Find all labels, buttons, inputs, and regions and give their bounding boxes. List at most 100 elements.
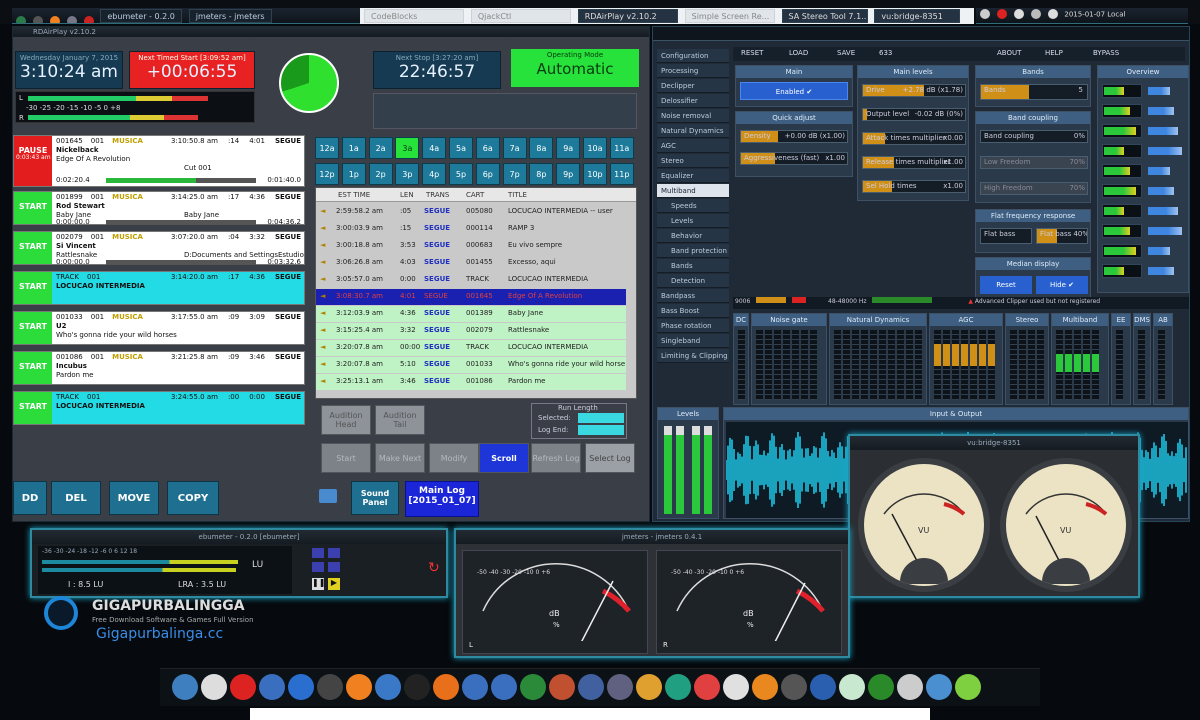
task-codeblocks[interactable]: CodeBlocks <box>364 9 464 23</box>
toolbar-bypass-button[interactable]: BYPASS <box>1093 49 1119 57</box>
menu-item[interactable]: Limiting & Clipping <box>657 349 729 363</box>
menu-item[interactable]: Band protection <box>657 244 729 258</box>
col-title[interactable]: TITLE <box>508 191 527 199</box>
play-icon[interactable]: ▶ <box>328 578 340 590</box>
hour-button[interactable]: 10p <box>583 163 607 185</box>
log-row[interactable]: ◄ 2:59:58.2 am:05 SEGUE 005080 LOCUCAO INTER… <box>316 204 626 220</box>
menu-item[interactable]: Behavior <box>657 229 729 243</box>
cart-start-button[interactable]: START <box>14 312 52 344</box>
menu-item[interactable]: Singleband <box>657 334 729 348</box>
folder-icon[interactable] <box>319 489 337 503</box>
sel-hold-slider[interactable]: Sel Hold times x1.00 <box>862 180 966 193</box>
menu-item[interactable]: Stereo <box>657 154 729 168</box>
alert-icon[interactable] <box>996 9 1007 19</box>
menu-item[interactable]: Multiband <box>657 184 729 198</box>
menu-item[interactable]: Speeds <box>657 199 729 213</box>
ebu-btn-2[interactable] <box>328 548 340 558</box>
col-trans[interactable]: TRANS <box>426 191 449 199</box>
hour-button[interactable]: 6a <box>475 137 500 159</box>
writer2-icon[interactable] <box>491 674 517 700</box>
log-row[interactable]: ◄ 3:20:07.8 am 00:00 SEGUE TRACK LOCUCAO INTE… <box>316 340 626 356</box>
ebu-btn-1[interactable] <box>312 548 324 558</box>
toolbar-about-button[interactable]: ABOUT <box>997 49 1021 57</box>
output-slider[interactable]: Output level -0.02 dB (0%) <box>862 108 966 121</box>
refresh-log-button[interactable]: Refresh Log <box>531 443 581 473</box>
col-len[interactable]: LEN <box>400 191 414 199</box>
scroll-button[interactable]: Scroll <box>479 443 529 473</box>
log-row[interactable]: ◄ 3:00:03.9 am:15 SEGUE 000114 RAMP 3 <box>316 221 626 237</box>
hour-button[interactable]: 12a <box>315 137 339 159</box>
task-qjackctl[interactable]: QjackCtl <box>470 9 571 23</box>
aggressiveness-slider[interactable]: Aggressiveness (fast) x1.00 <box>740 152 848 165</box>
high-freedom-slider[interactable]: High Freedom 70% <box>980 182 1088 195</box>
toolbar-load-button[interactable]: LOAD <box>789 49 808 57</box>
media-icon[interactable] <box>723 674 749 700</box>
hour-button[interactable]: 7p <box>502 163 527 185</box>
cart-start-button[interactable]: START <box>14 192 52 224</box>
toolbar-help-button[interactable]: HELP <box>1045 49 1063 57</box>
hour-button[interactable]: 9a <box>556 137 581 159</box>
terminal-icon[interactable] <box>32 15 43 23</box>
ebu-btn-3[interactable] <box>312 562 324 572</box>
hour-button[interactable]: 5p <box>449 163 473 185</box>
hour-button[interactable]: 8a <box>529 137 554 159</box>
chart-icon[interactable] <box>839 674 865 700</box>
audition-head-button[interactable]: Audition Head <box>321 405 371 435</box>
acrobat-icon[interactable] <box>230 674 256 700</box>
speedo-icon[interactable] <box>897 674 923 700</box>
menu-item[interactable]: AGC <box>657 139 729 153</box>
hour-button[interactable]: 8p <box>529 163 554 185</box>
copy-button[interactable]: COPY <box>167 481 219 515</box>
drive-slider[interactable]: Drive +2.78 dB (x1.78) <box>862 84 966 97</box>
sound-panel-button[interactable]: Sound Panel <box>351 481 399 515</box>
hour-button[interactable]: 5a <box>449 137 473 159</box>
menu-icon[interactable] <box>16 15 26 23</box>
network-icon[interactable] <box>980 9 990 19</box>
hour-button[interactable]: 1a <box>341 137 366 159</box>
task-screen-recorder[interactable]: Simple Screen Re... <box>684 9 775 23</box>
log-row[interactable]: ◄ 3:12:03.9 am 4:36 SEGUE 001389 Baby Jane <box>316 306 626 322</box>
sliders-icon[interactable] <box>781 674 807 700</box>
delete-button[interactable]: DEL <box>51 481 101 515</box>
task-rdairplay[interactable]: RDAirPlay v2.10.2 <box>577 9 678 23</box>
flat-bass-toggle[interactable]: Flat bass <box>980 228 1032 244</box>
op-mode-box[interactable]: Operating Mode Automatic <box>511 49 639 87</box>
col-est-time[interactable]: EST TIME <box>338 191 370 199</box>
photo-icon[interactable] <box>259 674 285 700</box>
reset-arc-icon[interactable]: ↻ <box>428 560 440 576</box>
cart-start-button[interactable]: START <box>14 352 52 384</box>
band-coupling-slider[interactable]: Band coupling 0% <box>980 130 1088 143</box>
hour-button[interactable]: 4p <box>422 163 447 185</box>
hour-button[interactable]: 2p <box>368 163 393 185</box>
menu-item[interactable]: Configuration <box>657 49 729 63</box>
hour-button[interactable]: 3a <box>395 137 420 159</box>
draw-icon[interactable] <box>578 674 604 700</box>
task-jmeters[interactable]: jmeters - jmeters <box>188 9 272 23</box>
hour-button[interactable]: 6p <box>475 163 500 185</box>
menu-item[interactable]: Noise removal <box>657 109 729 123</box>
music-icon[interactable] <box>752 674 778 700</box>
hour-button[interactable]: 12p <box>315 163 339 185</box>
settings-icon[interactable] <box>66 15 77 23</box>
impress-icon[interactable] <box>549 674 575 700</box>
hour-button[interactable]: 11p <box>609 163 634 185</box>
hour-button[interactable]: 7a <box>502 137 527 159</box>
make-next-button[interactable]: Make Next <box>375 443 425 473</box>
task-stereotool[interactable]: SA Stereo Tool 7.1... <box>781 9 868 23</box>
search-icon[interactable] <box>317 674 343 700</box>
writer1-icon[interactable] <box>462 674 488 700</box>
reset-button[interactable]: Reset <box>980 276 1032 294</box>
hide-button[interactable]: Hide ✔ <box>1036 276 1088 294</box>
ebu-icon[interactable] <box>868 674 894 700</box>
menu-item[interactable]: Levels <box>657 214 729 228</box>
menu-item[interactable]: Natural Dynamics <box>657 124 729 138</box>
anchor-icon[interactable] <box>172 674 198 700</box>
task-ebumeter[interactable]: ebumeter - 0.2.0 <box>100 9 182 23</box>
hour-button[interactable]: 4a <box>422 137 447 159</box>
files-icon[interactable] <box>636 674 662 700</box>
release-slider[interactable]: Release times multiplier x1.00 <box>862 156 966 169</box>
task-vubridge[interactable]: vu:bridge-8351 <box>874 9 961 23</box>
menu-item[interactable]: Declipper <box>657 79 729 93</box>
attack-slider[interactable]: Attack times multiplier x0.00 <box>862 132 966 145</box>
hour-button[interactable]: 1p <box>341 163 366 185</box>
